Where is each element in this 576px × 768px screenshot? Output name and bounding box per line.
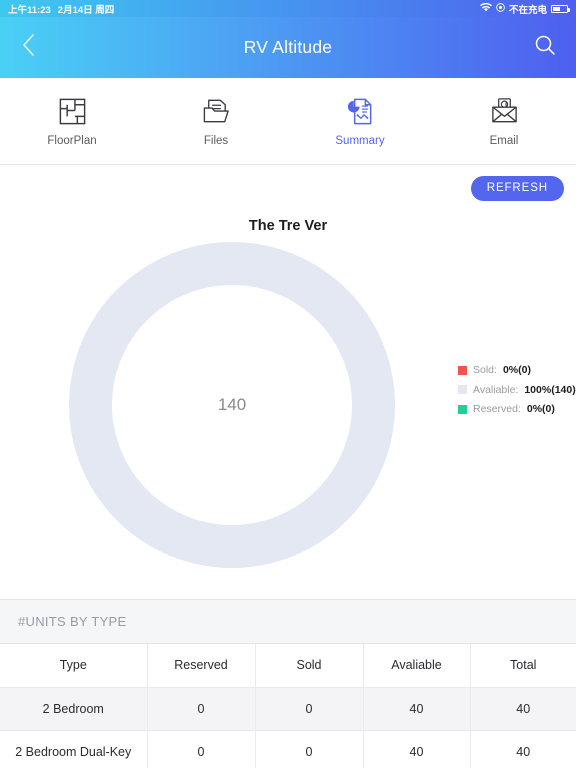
refresh-button[interactable]: REFRESH [470, 176, 564, 201]
cell-type: 2 Bedroom Dual-Key [0, 730, 148, 768]
table-row[interactable]: 2 Bedroom 0 0 40 40 [0, 687, 576, 730]
cell-type: 2 Bedroom [0, 687, 148, 730]
page-title: RV Altitude [243, 37, 333, 57]
legend-label-available: Avaliable: [473, 383, 519, 396]
column-header-reserved[interactable]: Reserved [147, 644, 256, 687]
tab-bar: FloorPlan Files Summary Email [0, 78, 576, 165]
chart-legend: Sold: 0%(0) Avaliable: 100%(140) Reserve… [458, 364, 576, 415]
legend-item-reserved[interactable]: Reserved: 0%(0) [458, 403, 576, 415]
tab-label-summary: Summary [335, 134, 385, 147]
units-by-type-section: #UNITS BY TYPE Type Reserved Sold Avalia… [0, 599, 576, 768]
legend-label-reserved: Reserved: [473, 403, 521, 415]
battery-status-text: 不在充电 [508, 4, 547, 16]
cell-reserved: 0 [147, 687, 256, 730]
legend-item-available[interactable]: Avaliable: 100%(140) [458, 384, 576, 396]
cell-total: 40 [516, 744, 531, 759]
donut-hole: 140 [112, 285, 352, 525]
legend-swatch-reserved [458, 404, 467, 414]
status-bar-left: 上午11:23 2月14日 周四 [8, 2, 114, 16]
table-row[interactable]: 2 Bedroom Dual-Key 0 0 40 40 [0, 730, 576, 768]
units-by-type-table: Type Reserved Sold Avaliable Total 2 Bed… [0, 644, 576, 768]
tab-floorplan[interactable]: FloorPlan [0, 78, 144, 164]
tab-email[interactable]: Email [432, 78, 576, 164]
summary-content: REFRESH The Tre Ver 140 Sold: 0%(0) Aval… [0, 165, 576, 768]
back-button[interactable] [8, 17, 48, 78]
legend-value-reserved: 0%(0) [526, 403, 555, 415]
search-icon [533, 33, 557, 62]
files-icon [201, 96, 232, 128]
chart-title: The Tre Ver [248, 218, 328, 234]
cell-avaliable: 40 [363, 730, 471, 768]
legend-label-sold: Sold: [473, 364, 497, 376]
chevron-left-icon [21, 33, 36, 62]
status-bar: 上午11:23 2月14日 周四 不在充电 [0, 0, 576, 17]
status-bar-right: 不在充电 [479, 2, 570, 16]
tab-summary[interactable]: Summary [288, 78, 432, 164]
tab-files[interactable]: Files [144, 78, 288, 164]
donut-center-total: 140 [217, 395, 247, 414]
cell-sold: 0 [255, 687, 364, 730]
legend-value-sold: 0%(0) [502, 364, 531, 376]
legend-item-sold[interactable]: Sold: 0%(0) [458, 364, 576, 376]
location-icon [496, 2, 505, 15]
legend-swatch-sold [458, 365, 467, 375]
cell-sold: 0 [255, 730, 364, 768]
cell-total: 40 [516, 701, 531, 716]
column-header-total[interactable]: Total [470, 644, 576, 687]
status-date: 2月14日 周四 [57, 4, 115, 16]
unit-status-donut-chart: 140 Sold: 0%(0) Avaliable: 100%(140) Res… [0, 234, 576, 599]
donut-ring: 140 [69, 242, 395, 568]
legend-value-available: 100%(140) [524, 383, 576, 396]
email-icon [489, 96, 520, 128]
column-header-sold[interactable]: Sold [255, 644, 364, 687]
donut-chart-graphic[interactable]: 140 [69, 242, 395, 568]
battery-icon [551, 4, 570, 13]
navigation-bar: RV Altitude [0, 17, 576, 78]
table-section-heading: #UNITS BY TYPE [0, 600, 576, 644]
floorplan-icon [57, 96, 88, 128]
column-header-type[interactable]: Type [0, 644, 148, 687]
cell-avaliable: 40 [363, 687, 471, 730]
column-header-avaliable[interactable]: Avaliable [363, 644, 471, 687]
status-time: 上午11:23 [8, 4, 51, 16]
summary-icon [345, 96, 376, 128]
wifi-icon [479, 2, 492, 15]
tab-label-files: Files [203, 134, 229, 147]
toolbar: REFRESH [0, 165, 576, 212]
cell-reserved: 0 [147, 730, 256, 768]
search-button[interactable] [524, 17, 566, 78]
tab-label-email: Email [489, 134, 519, 147]
legend-swatch-available [458, 385, 467, 394]
table-header-row: Type Reserved Sold Avaliable Total [0, 644, 576, 687]
tab-label-floorplan: FloorPlan [47, 134, 97, 147]
